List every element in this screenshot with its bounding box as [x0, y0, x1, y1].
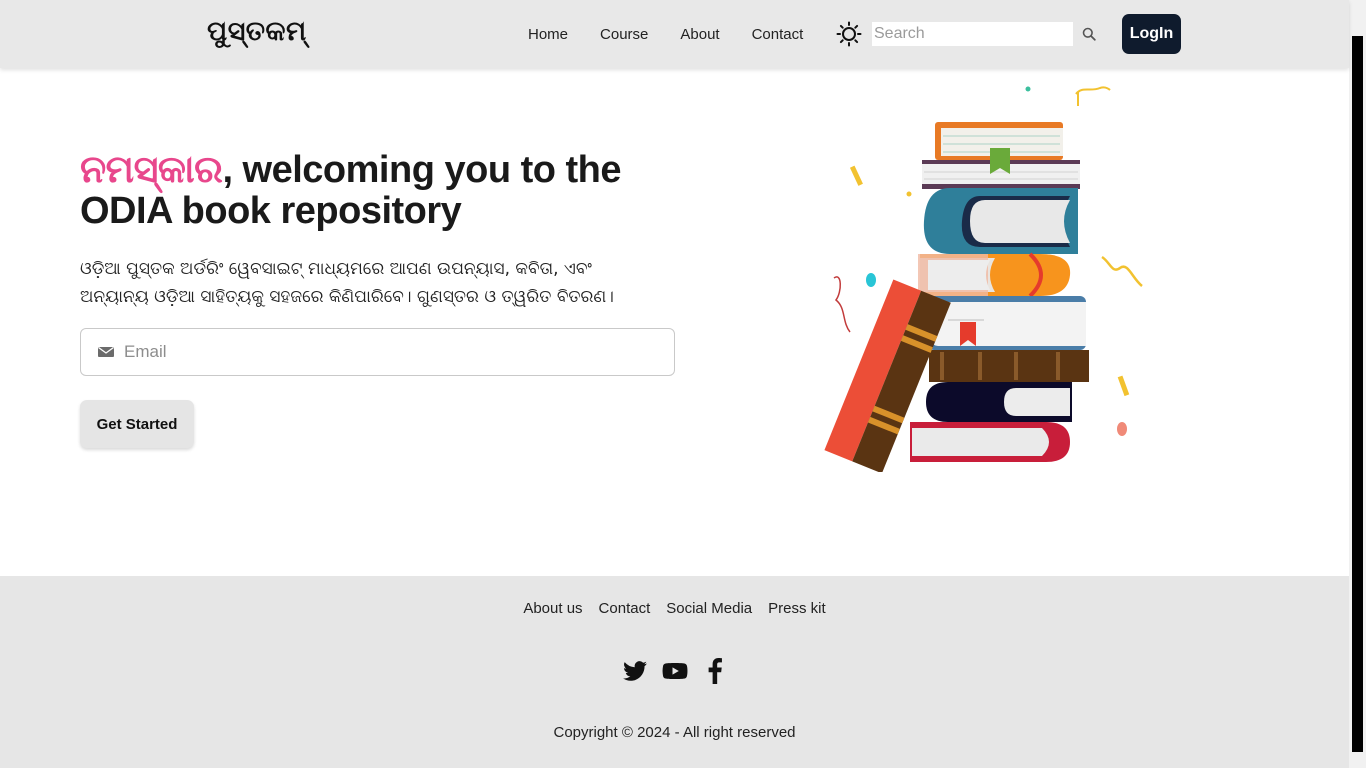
login-button[interactable]: LogIn — [1122, 14, 1181, 54]
search-input[interactable] — [872, 22, 1073, 46]
social-links — [0, 658, 1349, 684]
page-scrollbar-thumb[interactable] — [1352, 36, 1363, 752]
search-icon[interactable] — [1082, 27, 1096, 41]
facebook-icon[interactable] — [702, 658, 728, 684]
copyright-text: Copyright © 2024 - All right reserved — [553, 724, 796, 741]
footer-link-contact[interactable]: Contact — [599, 600, 651, 617]
twitter-icon[interactable] — [622, 658, 648, 684]
nav-link-contact[interactable]: Contact — [744, 18, 812, 51]
youtube-icon[interactable] — [662, 658, 688, 684]
footer-link-about-us[interactable]: About us — [523, 600, 582, 617]
brand-logo[interactable]: ପୁସ୍ତକମ୍ — [207, 16, 307, 48]
footer: About us Contact Social Media Press kit … — [0, 576, 1349, 768]
envelope-icon — [98, 346, 114, 357]
email-field[interactable] — [80, 328, 675, 376]
nav-link-about[interactable]: About — [672, 18, 727, 51]
hero-title: ନମସ୍କାର, welcoming you to the ODIA book … — [80, 150, 700, 232]
nav-links: Home Course About Contact — [520, 0, 827, 68]
hero-title-accent: ନମସ୍କାର — [80, 149, 223, 191]
footer-link-social-media[interactable]: Social Media — [666, 600, 752, 617]
footer-links: About us Contact Social Media Press kit — [0, 600, 1349, 617]
nav-link-home[interactable]: Home — [520, 18, 576, 51]
sun-icon[interactable] — [836, 21, 862, 47]
get-started-button[interactable]: Get Started — [80, 400, 194, 448]
stack-of-books-illustration — [824, 86, 1143, 472]
footer-link-press-kit[interactable]: Press kit — [768, 600, 826, 617]
navbar: ପୁସ୍ତକମ୍ Home Course About Contact LogIn — [0, 0, 1349, 68]
nav-link-course[interactable]: Course — [592, 18, 656, 51]
hero-description: ଓଡ଼ିଆ ପୁସ୍ତକ ଅର୍ଡରିଂ ୱେବସାଇଟ୍ ମାଧ୍ୟମରେ ଆ… — [80, 259, 614, 307]
email-input[interactable] — [124, 332, 674, 372]
